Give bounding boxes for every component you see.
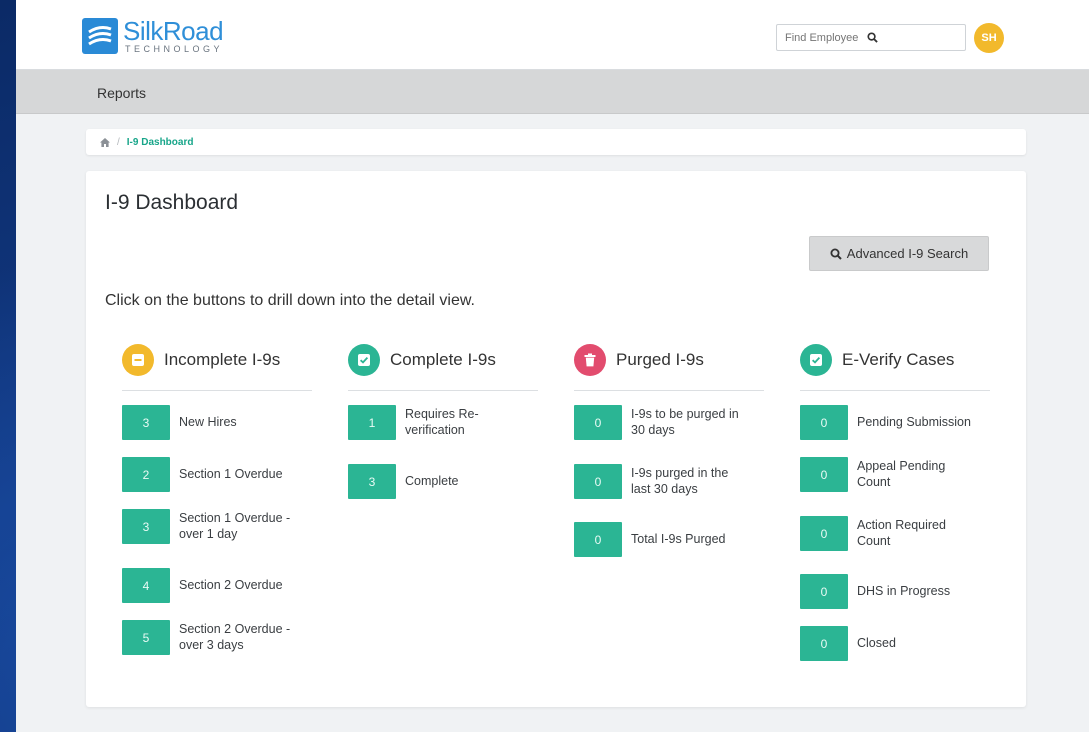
- user-avatar[interactable]: SH: [974, 23, 1004, 53]
- count-button[interactable]: 0: [574, 522, 622, 557]
- list-item: 3 New Hires: [122, 405, 322, 440]
- count-button[interactable]: 0: [800, 457, 848, 492]
- incomplete-title: Incomplete I-9s: [164, 350, 281, 369]
- count-button[interactable]: 3: [122, 405, 170, 440]
- check-square-icon: [800, 344, 832, 376]
- list-item: 0 Action Required Count: [800, 516, 1000, 551]
- list-item: 0 Total I-9s Purged: [574, 522, 774, 557]
- trash-icon: [574, 344, 606, 376]
- count-button[interactable]: 0: [574, 405, 622, 440]
- breadcrumb-current[interactable]: I-9 Dashboard: [127, 137, 194, 148]
- list-item: 0 I-9s to be purged in 30 days: [574, 405, 774, 440]
- count-button[interactable]: 1: [348, 405, 396, 440]
- everify-column: E-Verify Cases 0 Pending Submission 0 Ap…: [800, 341, 990, 661]
- everify-title: E-Verify Cases: [842, 350, 955, 369]
- row-label: Pending Submission: [857, 414, 971, 429]
- page-title: I-9 Dashboard: [105, 191, 239, 214]
- row-label: New Hires: [179, 414, 237, 429]
- row-label: Section 2 Overdue: [179, 577, 283, 592]
- row-label: DHS in Progress: [857, 583, 951, 598]
- count-button[interactable]: 2: [122, 457, 170, 492]
- top-bar: SilkRoad TECHNOLOGY SH: [16, 0, 1089, 70]
- dashboard-card: I-9 Dashboard Advanced I-9 Search Click …: [86, 171, 1026, 707]
- column-divider: [348, 390, 538, 391]
- list-item: 0 Appeal Pending Count: [800, 457, 1000, 492]
- count-button[interactable]: 0: [800, 574, 848, 609]
- list-item: 0 I-9s purged in the last 30 days: [574, 464, 774, 499]
- list-item: 5 Section 2 Overdue - over 3 days: [122, 620, 322, 655]
- complete-column: Complete I-9s 1 Requires Re-verification…: [348, 341, 538, 499]
- logo-mark-icon: [82, 18, 118, 54]
- row-label: I-9s to be purged in 30 days: [631, 406, 739, 437]
- count-button[interactable]: 0: [800, 626, 848, 661]
- column-divider: [800, 390, 990, 391]
- list-item: 1 Requires Re-verification: [348, 405, 548, 440]
- breadcrumb-separator: /: [117, 136, 120, 148]
- count-button[interactable]: 3: [122, 509, 170, 544]
- purged-column: Purged I-9s 0 I-9s to be purged in 30 da…: [574, 341, 764, 557]
- nav-item-reports[interactable]: Reports: [97, 85, 146, 101]
- row-label: Closed: [857, 635, 896, 650]
- incomplete-column: Incomplete I-9s 3 New Hires 2 Section 1 …: [122, 341, 312, 655]
- nav-bar: Reports: [16, 70, 1089, 114]
- row-label: Section 1 Overdue: [179, 466, 283, 481]
- advanced-search-button[interactable]: Advanced I-9 Search: [809, 236, 989, 271]
- count-button[interactable]: 0: [800, 405, 848, 440]
- list-item: 4 Section 2 Overdue: [122, 568, 322, 603]
- count-button[interactable]: 0: [800, 516, 848, 551]
- list-item: 0 DHS in Progress: [800, 574, 1000, 609]
- row-label: Total I-9s Purged: [631, 531, 726, 546]
- row-label: I-9s purged in the last 30 days: [631, 465, 729, 496]
- list-item: 0 Pending Submission: [800, 405, 1000, 440]
- count-button[interactable]: 5: [122, 620, 170, 655]
- complete-title: Complete I-9s: [390, 350, 496, 369]
- logo-subtitle: TECHNOLOGY: [125, 44, 224, 54]
- row-label: Action Required Count: [857, 517, 946, 548]
- logo-name: SilkRoad: [123, 16, 224, 46]
- row-label: Appeal Pending Count: [857, 458, 946, 489]
- list-item: 3 Complete: [348, 464, 548, 499]
- find-employee-input[interactable]: [785, 31, 867, 44]
- purged-title: Purged I-9s: [616, 350, 704, 369]
- count-button[interactable]: 0: [574, 464, 622, 499]
- list-item: 2 Section 1 Overdue: [122, 457, 322, 492]
- minus-square-icon: [122, 344, 154, 376]
- column-divider: [574, 390, 764, 391]
- advanced-search-label: Advanced I-9 Search: [846, 246, 969, 261]
- home-icon[interactable]: [100, 137, 110, 147]
- row-label: Complete: [405, 473, 459, 488]
- find-employee-search[interactable]: [776, 24, 966, 51]
- check-square-icon: [348, 344, 380, 376]
- search-icon[interactable]: [867, 32, 878, 43]
- app-window: SilkRoad TECHNOLOGY SH Reports / I-9 Das…: [16, 0, 1089, 732]
- column-divider: [122, 390, 312, 391]
- count-button[interactable]: 3: [348, 464, 396, 499]
- breadcrumb: / I-9 Dashboard: [86, 129, 1026, 155]
- row-label: Section 1 Overdue - over 1 day: [179, 510, 291, 541]
- list-item: 3 Section 1 Overdue - over 1 day: [122, 509, 322, 544]
- count-button[interactable]: 4: [122, 568, 170, 603]
- search-icon: [830, 248, 842, 260]
- list-item: 0 Closed: [800, 626, 1000, 661]
- silkroad-logo[interactable]: SilkRoad TECHNOLOGY: [82, 16, 224, 54]
- row-label: Requires Re-verification: [405, 406, 479, 437]
- instructions-text: Click on the buttons to drill down into …: [105, 292, 475, 309]
- row-label: Section 2 Overdue - over 3 days: [179, 621, 291, 652]
